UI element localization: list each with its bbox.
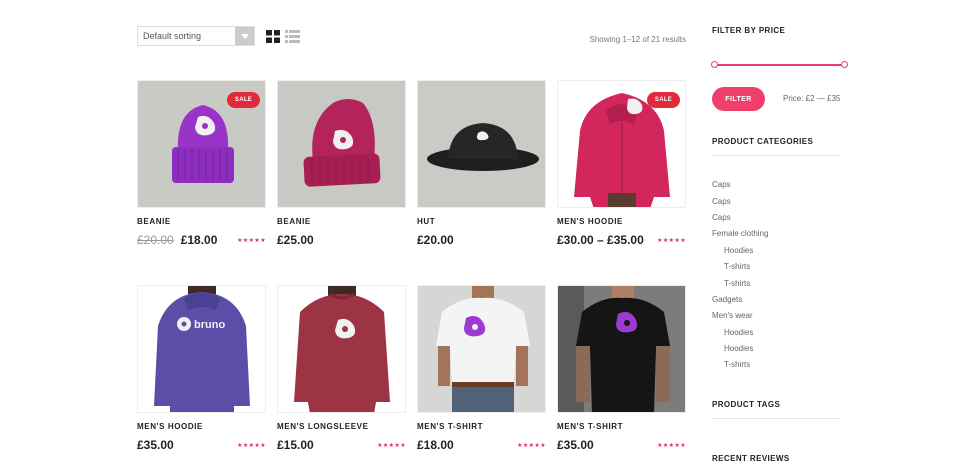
product-price: £35.00	[557, 438, 594, 452]
product-name[interactable]: BEANIE	[277, 217, 311, 226]
rating-stars: ★★★★★	[517, 443, 546, 449]
subcategory-link[interactable]: T-shirts	[724, 360, 750, 369]
subcategory-link[interactable]: T-shirts	[724, 262, 750, 271]
product-name[interactable]: MEN'S T-SHIRT	[417, 422, 483, 431]
sort-select[interactable]: Default sorting	[137, 26, 255, 46]
product-image[interactable]	[277, 285, 406, 413]
list-icon	[285, 30, 300, 43]
grid-view-button[interactable]	[266, 30, 280, 43]
product-name[interactable]: MEN'S HOODIE	[137, 422, 203, 431]
rating-stars: ★★★★★	[657, 443, 686, 449]
subcategory-link[interactable]: Hoodies	[724, 344, 753, 353]
product-image[interactable]	[277, 80, 406, 208]
chevron-down-icon	[235, 27, 254, 45]
hoodie-print-text: bruno	[194, 319, 225, 331]
sale-badge: SALE	[227, 92, 260, 108]
rating-stars: ★★★★★	[377, 443, 406, 449]
price-slider-max-handle[interactable]	[841, 61, 848, 68]
old-price: £20.00	[137, 233, 174, 247]
product-image[interactable]: SALE	[557, 80, 686, 208]
product-tags-title: PRODUCT TAGS	[712, 400, 781, 409]
grid-icon	[266, 30, 280, 43]
product-name[interactable]: MEN'S LONGSLEEVE	[277, 422, 369, 431]
sale-badge: SALE	[647, 92, 680, 108]
product-image[interactable]	[557, 285, 686, 413]
price-slider-track[interactable]	[714, 64, 844, 66]
product-price: £15.00	[277, 438, 314, 452]
price-range-label: Price: £2 — £35	[783, 94, 841, 103]
filter-by-price-title: FILTER BY PRICE	[712, 26, 786, 35]
subcategory-link[interactable]: T-shirts	[724, 279, 750, 288]
product-price: £35.00	[137, 438, 174, 452]
product-price: £18.00	[417, 438, 454, 452]
rating-stars: ★★★★★	[237, 238, 266, 244]
sale-price: £18.00	[180, 233, 218, 247]
rating-stars: ★★★★★	[237, 443, 266, 449]
product-image[interactable]	[417, 285, 546, 413]
result-count: Showing 1–12 of 21 results	[589, 35, 686, 44]
recent-reviews-title: RECENT REVIEWS	[712, 454, 790, 463]
category-link[interactable]: Caps	[712, 213, 731, 222]
category-link[interactable]: Caps	[712, 180, 731, 189]
sort-select-value: Default sorting	[143, 31, 202, 41]
divider	[712, 418, 840, 419]
category-link[interactable]: Caps	[712, 197, 731, 206]
product-price: £30.00 – £35.00	[557, 233, 644, 247]
price-slider-min-handle[interactable]	[711, 61, 718, 68]
product-name[interactable]: HUT	[417, 217, 435, 226]
product-image[interactable]: SALE	[137, 80, 266, 208]
rating-stars: ★★★★★	[657, 238, 686, 244]
subcategory-link[interactable]: Hoodies	[724, 246, 753, 255]
product-name[interactable]: MEN'S T-SHIRT	[557, 422, 623, 431]
product-categories-title: PRODUCT CATEGORIES	[712, 137, 814, 146]
product-price: £25.00	[277, 233, 314, 247]
product-name[interactable]: MEN'S HOODIE	[557, 217, 623, 226]
product-price: £20.00 £18.00	[137, 233, 217, 247]
divider	[712, 155, 840, 156]
product-image[interactable]: bruno	[137, 285, 266, 413]
product-price: £20.00	[417, 233, 454, 247]
filter-button[interactable]: FILTER	[712, 87, 765, 111]
subcategory-link[interactable]: Hoodies	[724, 328, 753, 337]
product-name[interactable]: BEANIE	[137, 217, 171, 226]
category-link[interactable]: Female clothing	[712, 229, 768, 238]
category-link[interactable]: Gadgets	[712, 295, 742, 304]
category-link[interactable]: Men's wear	[712, 311, 753, 320]
list-view-button[interactable]	[285, 30, 300, 43]
product-image[interactable]	[417, 80, 546, 208]
